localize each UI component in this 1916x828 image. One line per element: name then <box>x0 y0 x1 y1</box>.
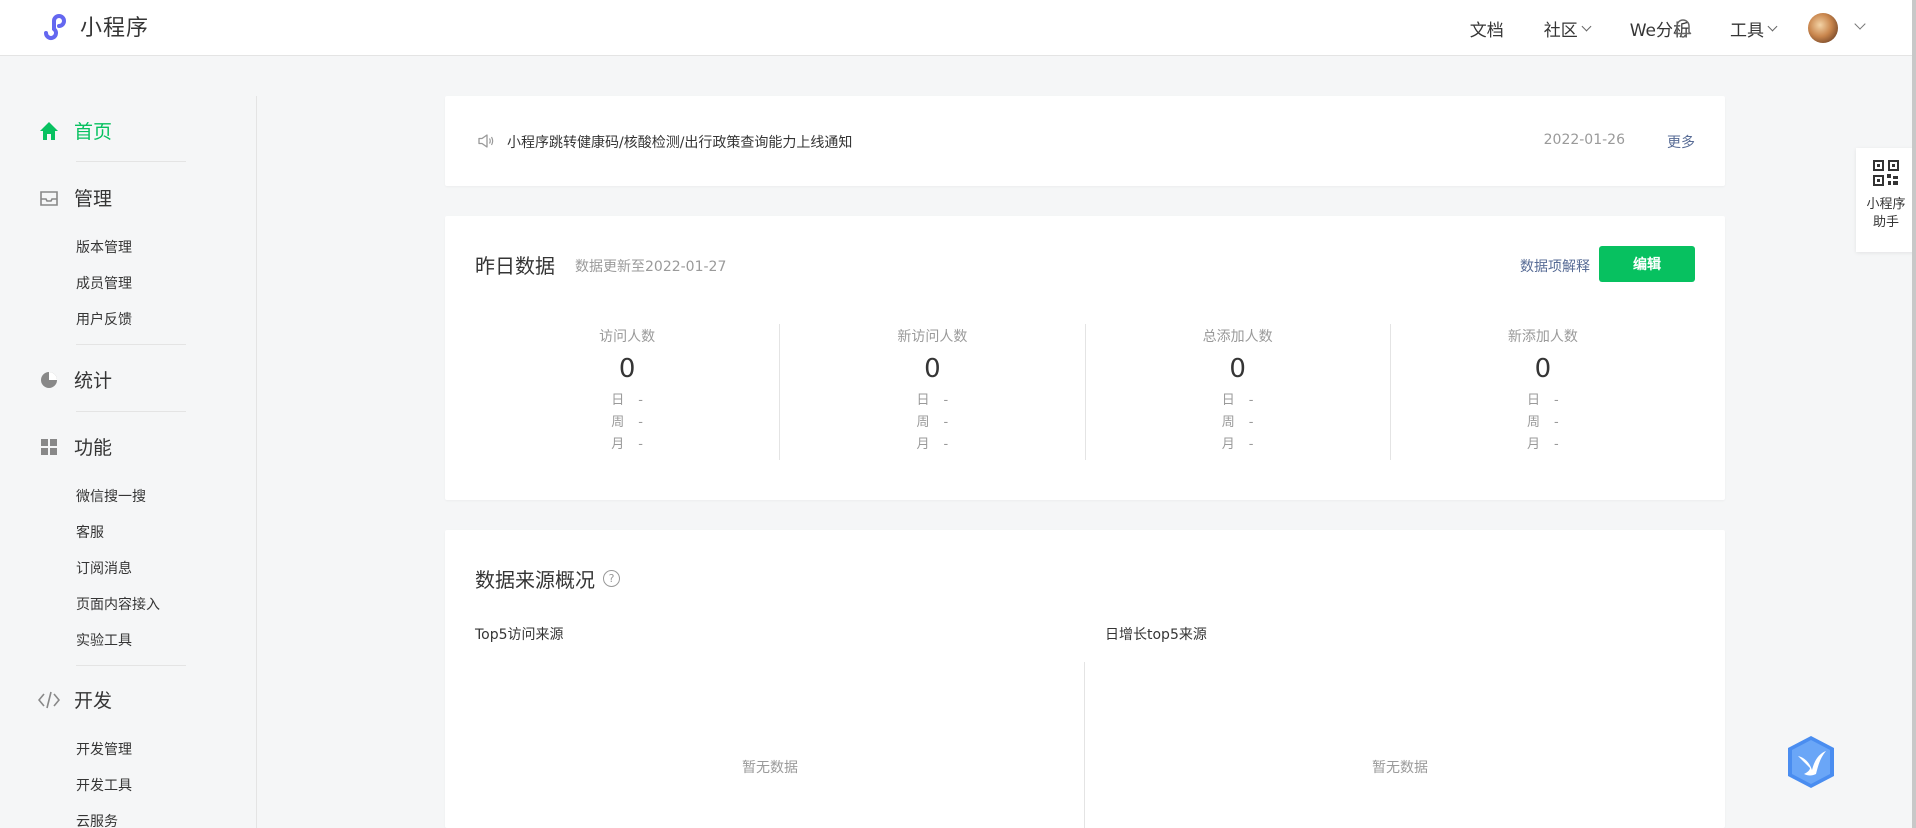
column-divider <box>1084 662 1085 828</box>
sidebar-border <box>256 96 257 828</box>
empty-state-left: 暂无数据 <box>742 760 798 776</box>
pie-chart-icon <box>38 369 60 391</box>
sidebar-item-features[interactable]: 功能 <box>38 433 112 460</box>
metric-value: 0 <box>924 354 941 384</box>
metric-value: 0 <box>618 354 636 384</box>
notice-card: 小程序跳转健康码/核酸检测/出行政策查询能力上线通知 2022-01-26 更多 <box>445 96 1725 186</box>
metric-new-added: 新添加人数 0 日- 周- 月- <box>1389 324 1695 460</box>
home-icon <box>38 120 60 142</box>
metrics-row: 访问人数 0 日- 周- 月- 新访问人数 0 日- 周- 月- 总添加人数 0… <box>475 324 1695 460</box>
section-title: 昨日数据 <box>475 254 555 278</box>
sidebar-subitem-feedback[interactable]: 用户反馈 <box>76 309 132 329</box>
metric-value: 0 <box>1229 354 1246 384</box>
top-bar: 小程序 文档 社区 We分析 工具 <box>0 0 1916 56</box>
metric-month-row: 月- <box>611 437 643 452</box>
chevron-down-icon <box>1581 21 1592 31</box>
chevron-down-icon <box>1767 21 1778 31</box>
top5-sources-title: Top5访问来源 <box>475 627 564 643</box>
sidebar-subitem-dev-manage[interactable]: 开发管理 <box>76 739 132 759</box>
section-title: 数据来源概况 ? <box>475 564 620 593</box>
metric-value: 0 <box>1534 354 1552 384</box>
nav-docs[interactable]: 文档 <box>1470 16 1504 41</box>
floating-assistant-bird-icon[interactable] <box>1784 734 1838 790</box>
assistant-label-line1: 小程序 <box>1866 197 1906 212</box>
scrollbar[interactable] <box>1912 0 1916 828</box>
empty-state-right: 暂无数据 <box>1372 760 1428 776</box>
qr-code-icon <box>1873 160 1899 186</box>
metric-day-row: 日- <box>611 393 643 408</box>
data-updated-text: 数据更新至2022-01-27 <box>575 259 727 275</box>
data-explain-link[interactable]: 数据项解释 <box>1520 256 1590 276</box>
sidebar-item-label: 管理 <box>74 188 113 210</box>
sidebar-subitem-wechat-search[interactable]: 微信搜一搜 <box>76 486 146 506</box>
metric-label: 访问人数 <box>599 329 656 345</box>
metric-visitors: 访问人数 0 日- 周- 月- <box>475 324 779 460</box>
sidebar-subitem-page-content[interactable]: 页面内容接入 <box>76 594 160 614</box>
notice-date: 2022-01-26 <box>1543 132 1625 148</box>
speaker-icon <box>478 134 494 148</box>
inbox-icon <box>38 187 60 209</box>
bell-icon[interactable] <box>1672 16 1694 38</box>
sources-title-text: 数据来源概况 <box>475 568 595 592</box>
assistant-label-line2: 助手 <box>1872 215 1899 230</box>
notice-more-link[interactable]: 更多 <box>1667 132 1695 152</box>
code-icon <box>38 689 60 711</box>
chevron-down-icon[interactable] <box>1854 18 1866 30</box>
nav-community[interactable]: 社区 <box>1543 16 1592 41</box>
avatar[interactable] <box>1808 13 1838 43</box>
data-sources-card: 数据来源概况 ? Top5访问来源 日增长top5来源 暂无数据 暂无数据 <box>445 530 1725 828</box>
metric-day-row: 日- <box>1221 393 1254 408</box>
sidebar-item-home[interactable]: 首页 <box>38 117 112 144</box>
metric-week-row: 周- <box>916 415 949 430</box>
metric-month-row: 月- <box>1527 437 1559 452</box>
metric-month-row: 月- <box>1221 437 1254 452</box>
sidebar-subitem-subscribe-msg[interactable]: 订阅消息 <box>76 558 132 578</box>
sidebar-item-label: 功能 <box>74 437 113 459</box>
metric-week-row: 周- <box>1527 415 1559 430</box>
nav-docs-label: 文档 <box>1469 20 1504 41</box>
metric-label: 新访问人数 <box>897 329 968 345</box>
top-nav: 文档 社区 We分析 工具 <box>1430 0 1778 56</box>
sidebar-subitem-experiment[interactable]: 实验工具 <box>76 630 132 650</box>
grid-icon <box>38 436 60 458</box>
metric-week-row: 周- <box>611 415 643 430</box>
sidebar-subitem-customer-service[interactable]: 客服 <box>76 522 104 542</box>
sidebar-divider <box>76 411 186 412</box>
sidebar-divider <box>76 161 186 162</box>
help-icon[interactable]: ? <box>603 570 620 587</box>
app-title: 小程序 <box>80 16 150 41</box>
sidebar-item-label: 统计 <box>74 370 113 392</box>
yesterday-data-card: 昨日数据 数据更新至2022-01-27 数据项解释 编辑 访问人数 0 日- … <box>445 216 1725 500</box>
miniprogram-assistant-widget[interactable]: 小程序 助手 <box>1856 148 1916 252</box>
sidebar-item-manage[interactable]: 管理 <box>38 184 112 211</box>
sidebar-item-label: 首页 <box>74 121 113 143</box>
sidebar-item-label: 开发 <box>74 690 113 712</box>
notice-text[interactable]: 小程序跳转健康码/核酸检测/出行政策查询能力上线通知 <box>507 132 852 152</box>
metric-month-row: 月- <box>916 437 949 452</box>
sidebar-divider <box>76 665 186 666</box>
metric-day-row: 日- <box>916 393 949 408</box>
logo[interactable]: 小程序 <box>38 9 149 43</box>
sidebar-item-dev[interactable]: 开发 <box>38 686 112 713</box>
sidebar-subitem-cloud[interactable]: 云服务 <box>76 811 118 828</box>
nav-community-label: 社区 <box>1543 20 1578 41</box>
sidebar-subitem-members[interactable]: 成员管理 <box>76 273 132 293</box>
edit-button[interactable]: 编辑 <box>1599 246 1695 282</box>
nav-tools[interactable]: 工具 <box>1730 16 1778 41</box>
daily-growth-sources-title: 日增长top5来源 <box>1105 627 1207 643</box>
metric-total-added: 总添加人数 0 日- 周- 月- <box>1084 324 1390 460</box>
metric-label: 新添加人数 <box>1507 329 1578 345</box>
sidebar-subitem-version[interactable]: 版本管理 <box>76 237 132 257</box>
metric-new-visitors: 新访问人数 0 日- 周- 月- <box>779 324 1084 460</box>
sidebar-item-stats[interactable]: 统计 <box>38 366 112 393</box>
sidebar-subitem-dev-tools[interactable]: 开发工具 <box>76 775 132 795</box>
sidebar-divider <box>76 344 186 345</box>
metric-week-row: 周- <box>1221 415 1254 430</box>
nav-tools-label: 工具 <box>1730 20 1764 41</box>
miniprogram-logo-icon <box>44 14 66 40</box>
metric-day-row: 日- <box>1527 393 1559 408</box>
metric-label: 总添加人数 <box>1202 329 1273 345</box>
sidebar: 首页 管理 版本管理 成员管理 用户反馈 统计 功能 微信搜一搜 客服 订阅消息… <box>0 57 256 828</box>
